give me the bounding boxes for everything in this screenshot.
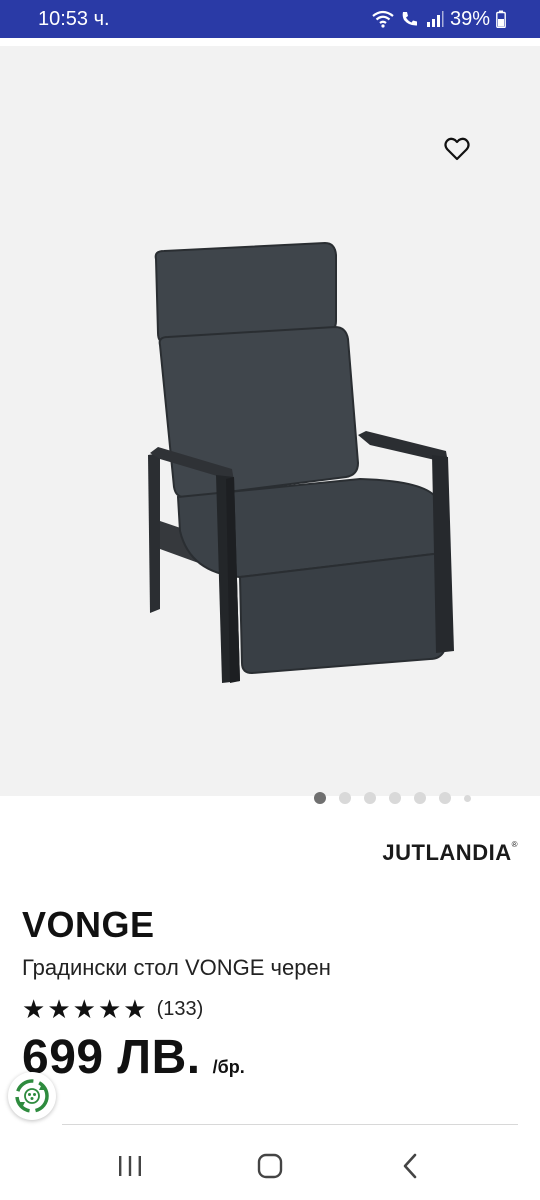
home-icon <box>257 1153 283 1179</box>
price-unit: /бр. <box>212 1057 245 1077</box>
brand-mark: ® <box>511 840 518 849</box>
status-time: 10:53 ч. <box>38 7 110 30</box>
product-gallery[interactable] <box>0 46 540 804</box>
wifi-icon <box>372 10 394 28</box>
status-icons: 39% <box>372 8 506 31</box>
back-button[interactable] <box>380 1141 440 1191</box>
pagination-dot[interactable] <box>364 792 376 804</box>
status-bar: 10:53 ч. 39% <box>0 0 540 38</box>
home-button[interactable] <box>240 1141 300 1191</box>
heart-icon <box>444 137 470 161</box>
pagination-dot[interactable] <box>389 792 401 804</box>
favorite-button[interactable] <box>442 134 472 164</box>
signal-icon <box>426 11 444 27</box>
gallery-pagination <box>314 792 471 804</box>
star-icon: ★ <box>47 994 71 1024</box>
system-nav-bar <box>0 1132 540 1200</box>
call-icon <box>402 12 417 26</box>
brand-name: JUTLANDIA <box>382 840 512 865</box>
product-price: 699 ЛВ. /бр. <box>22 1030 245 1085</box>
star-icon: ★ <box>123 994 147 1024</box>
pagination-dot[interactable] <box>464 794 471 802</box>
recycle-icon <box>15 1079 49 1113</box>
brand-logo[interactable]: JUTLANDIA® <box>382 840 518 866</box>
review-count[interactable]: (133) <box>157 998 204 1021</box>
star-icon: ★ <box>22 994 46 1024</box>
star-icon: ★ <box>72 994 96 1024</box>
pagination-dot[interactable] <box>339 792 351 804</box>
product-rating[interactable]: ★ ★ ★ ★ ★ (133) <box>22 996 203 1022</box>
star-icon: ★ <box>97 994 122 1024</box>
battery-icon <box>496 10 506 28</box>
eco-badge-button[interactable] <box>8 1072 56 1120</box>
pagination-dot[interactable] <box>439 792 451 804</box>
recent-apps-icon <box>119 1156 141 1176</box>
rating-stars: ★ ★ ★ ★ ★ <box>22 996 147 1022</box>
divider <box>62 1124 518 1125</box>
product-title: VONGE <box>22 904 155 945</box>
product-subtitle: Градински стол VONGE черен <box>22 955 331 980</box>
battery-percent: 39% <box>449 7 490 30</box>
pagination-dot[interactable] <box>314 792 326 804</box>
product-image <box>148 241 454 683</box>
back-icon <box>403 1153 417 1179</box>
pagination-dot[interactable] <box>414 792 426 804</box>
recent-apps-button[interactable] <box>100 1141 160 1191</box>
